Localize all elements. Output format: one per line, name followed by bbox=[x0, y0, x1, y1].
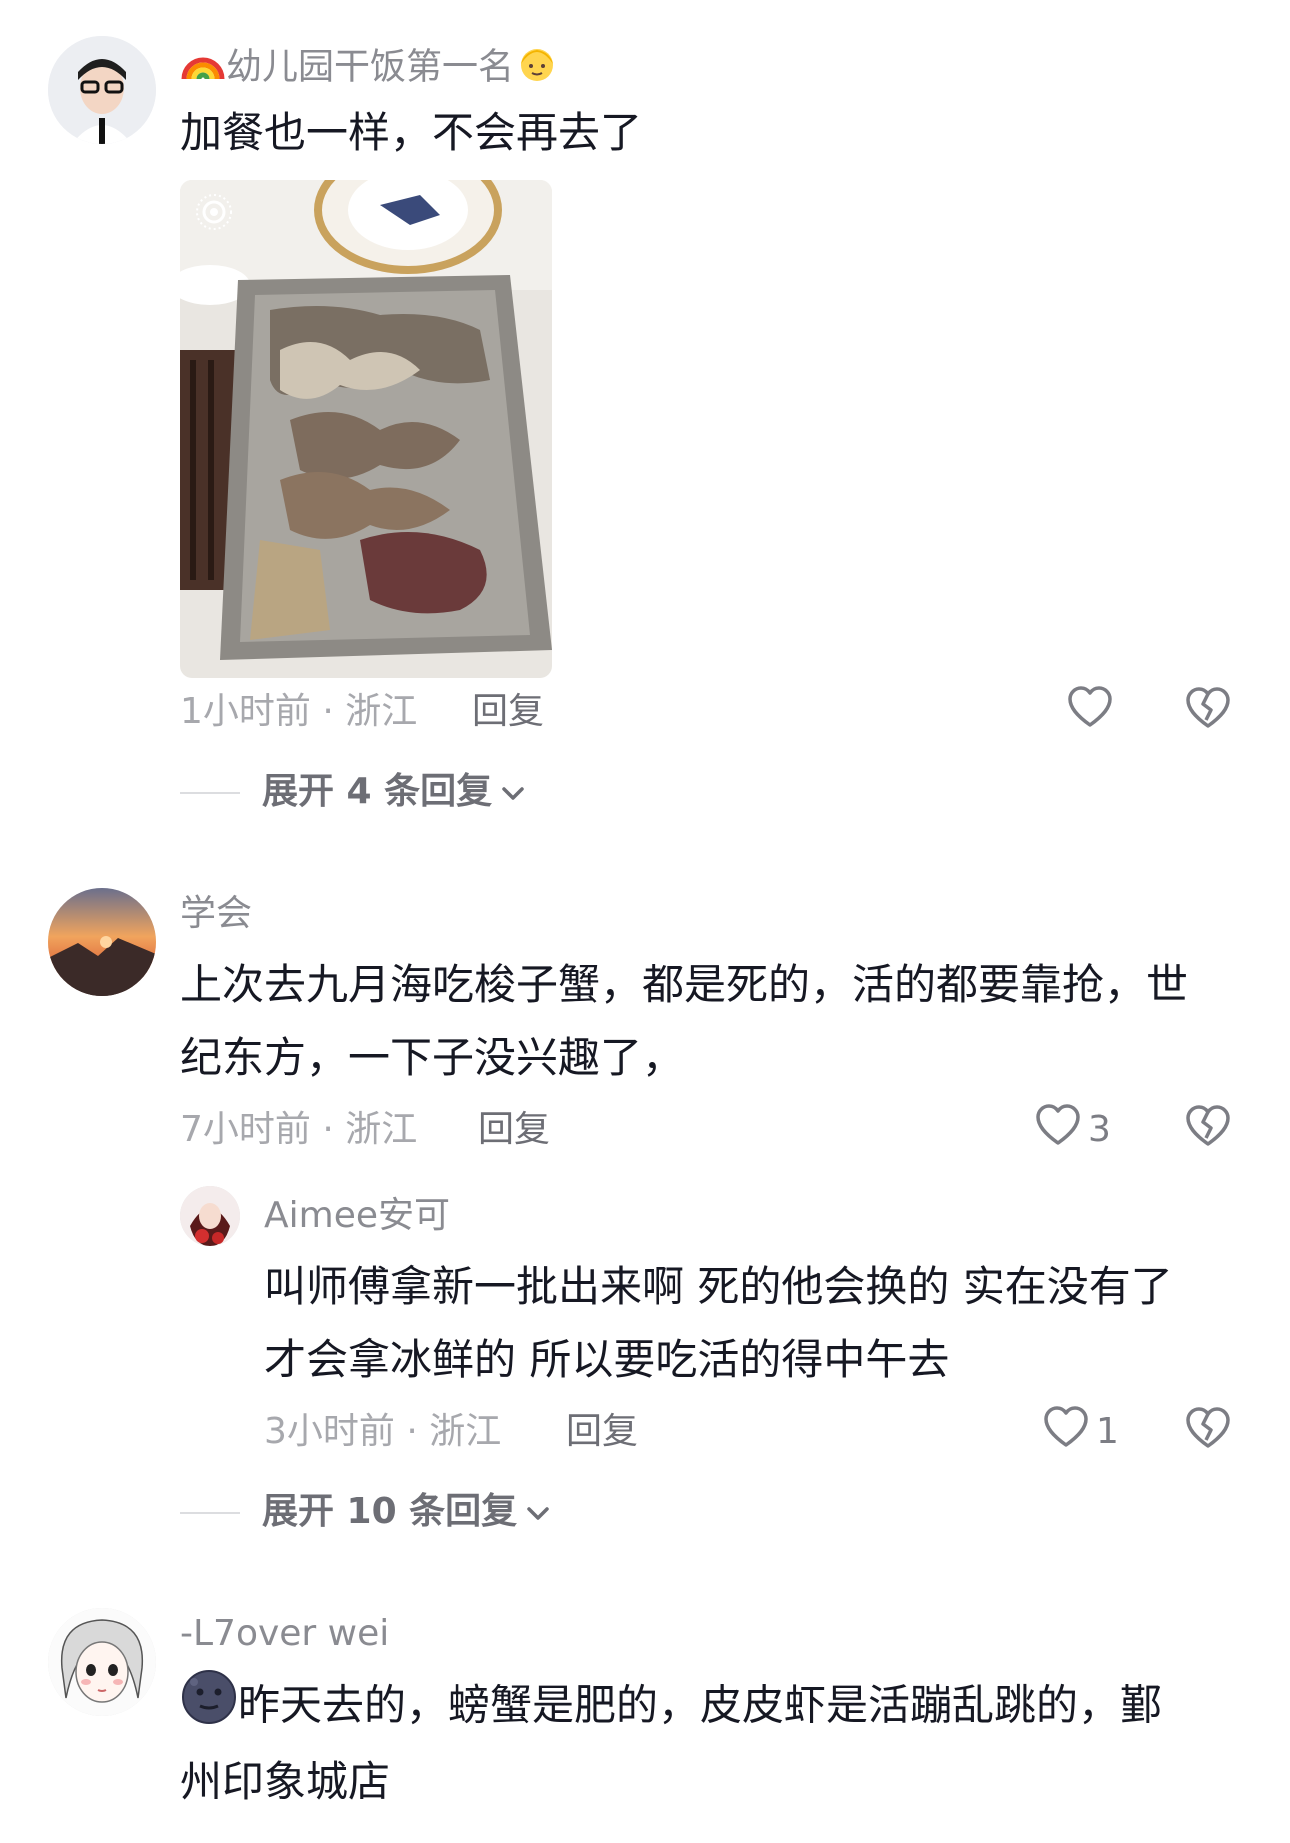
heart-icon bbox=[1034, 1103, 1082, 1156]
avatar[interactable] bbox=[48, 36, 156, 144]
live-photo-icon bbox=[194, 192, 234, 236]
reply-text: 叫师傅拿新一批出来啊 死的他会换的 实在没有了 bbox=[264, 1262, 1173, 1311]
like-button[interactable]: 3 bbox=[1034, 1103, 1111, 1156]
comment-text: 加餐也一样，不会再去了 bbox=[180, 108, 643, 157]
time-location: 1小时前 · 浙江 bbox=[180, 691, 418, 732]
comment-text: 纪东方，一下子没兴趣了， bbox=[180, 1033, 685, 1082]
username[interactable]: 幼儿园干饭第一名 bbox=[180, 40, 560, 97]
rainbow-emoji bbox=[180, 43, 226, 94]
like-count: 1 bbox=[1096, 1410, 1119, 1452]
time-location: 7小时前 · 浙江 bbox=[180, 1109, 418, 1150]
expand-divider bbox=[180, 1512, 240, 1514]
reply-text: 才会拿冰鲜的 所以要吃活的得中午去 bbox=[264, 1335, 950, 1384]
avatar[interactable] bbox=[48, 1608, 156, 1716]
reply-button[interactable]: 回复 bbox=[566, 1410, 638, 1454]
reply-username[interactable]: Aimee安可 bbox=[264, 1194, 450, 1238]
dark-moon-face-emoji bbox=[180, 1668, 238, 1748]
username[interactable]: -L7over wei bbox=[180, 1612, 389, 1656]
expand-replies-button[interactable]: 展开 10 条回复 bbox=[262, 1490, 551, 1534]
heart-icon bbox=[1066, 685, 1114, 738]
dislike-button[interactable] bbox=[1184, 1406, 1234, 1456]
comment-text: 昨天去的，螃蟹是肥的，皮皮虾是活蹦乱跳的，鄞 bbox=[180, 1668, 1162, 1748]
like-button[interactable]: 1 bbox=[1042, 1405, 1119, 1458]
like-button[interactable] bbox=[1066, 685, 1114, 738]
broken-heart-icon bbox=[1184, 1407, 1232, 1454]
broken-heart-icon bbox=[1184, 1105, 1232, 1152]
reply-avatar[interactable] bbox=[180, 1186, 240, 1246]
comment-text: 上次去九月海吃梭子蟹，都是死的，活的都要靠抢，世 bbox=[180, 960, 1189, 1009]
reply-time-location: 3小时前 · 浙江 bbox=[264, 1411, 502, 1452]
dislike-button[interactable] bbox=[1184, 1104, 1234, 1154]
broken-heart-icon bbox=[1184, 687, 1232, 734]
comment-text: 州印象城店 bbox=[180, 1757, 391, 1806]
heart-icon bbox=[1042, 1405, 1090, 1458]
username[interactable]: 学会 bbox=[180, 892, 252, 936]
expand-divider bbox=[180, 792, 240, 794]
reply-button[interactable]: 回复 bbox=[472, 690, 544, 734]
avatar[interactable] bbox=[48, 888, 156, 996]
girl-emoji bbox=[514, 40, 560, 97]
chevron-down-icon bbox=[525, 1490, 551, 1534]
dislike-button[interactable] bbox=[1184, 686, 1234, 736]
like-count: 3 bbox=[1088, 1108, 1111, 1150]
comment-photo[interactable] bbox=[180, 180, 552, 678]
chevron-down-icon bbox=[500, 770, 526, 814]
reply-button[interactable]: 回复 bbox=[478, 1108, 550, 1152]
expand-replies-button[interactable]: 展开 4 条回复 bbox=[262, 770, 526, 814]
